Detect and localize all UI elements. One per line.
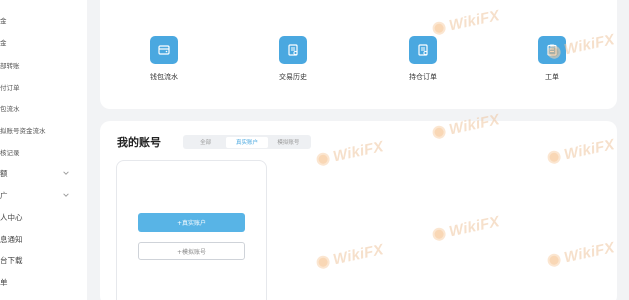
sidebar-item-label: 部转账: [0, 62, 20, 70]
quick-action-label: 钱包流水: [150, 73, 178, 81]
account-tabs: 全部 真实账户 模拟账号: [183, 135, 311, 149]
sidebar-item-label: 额: [0, 168, 8, 178]
sidebar-item-label: 核记录: [0, 149, 20, 157]
sidebar-item-label: 台下载: [0, 255, 23, 265]
quick-action-label: 交易历史: [279, 73, 307, 81]
sidebar-item-label: 金: [0, 17, 7, 25]
sidebar: 金 金 部转账 付订单 包流水 拟账号资金流水 核记录 额 广 人中心 息通知 …: [0, 0, 87, 300]
sidebar-item[interactable]: 付订单: [0, 78, 87, 96]
section-title: 我的账号: [117, 136, 161, 149]
sidebar-item-label: 金: [0, 39, 7, 47]
sidebar-item[interactable]: 金: [0, 33, 87, 51]
sidebar-item-label: 拟账号资金流水: [0, 127, 46, 135]
sidebar-item[interactable]: 台下载: [0, 251, 87, 269]
sidebar-item-label: 息通知: [0, 234, 23, 244]
clipboard-icon: [538, 36, 566, 64]
quick-action-trade-history[interactable]: 交易历史: [258, 36, 328, 82]
sidebar-item[interactable]: 息通知: [0, 230, 87, 248]
sidebar-item[interactable]: 部转账: [0, 56, 87, 74]
sidebar-item-label: 包流水: [0, 105, 20, 113]
sidebar-item[interactable]: 额: [0, 164, 87, 182]
sidebar-item-label: 付订单: [0, 84, 20, 92]
sidebar-item[interactable]: 金: [0, 11, 87, 29]
add-demo-account-button[interactable]: +模拟账号: [138, 242, 245, 260]
wallet-icon: [150, 36, 178, 64]
chevron-down-icon: [63, 193, 69, 197]
add-real-account-button[interactable]: +真实账户: [138, 213, 245, 232]
sidebar-item-label: 人中心: [0, 212, 23, 222]
quick-action-open-positions[interactable]: 持仓订单: [388, 36, 458, 82]
chevron-down-icon: [63, 171, 69, 175]
sidebar-item-label: 广: [0, 190, 8, 200]
document-icon: [279, 36, 307, 64]
sidebar-item[interactable]: 包流水: [0, 99, 87, 117]
sidebar-item[interactable]: 核记录: [0, 143, 87, 161]
sidebar-item[interactable]: 单: [0, 273, 87, 291]
quick-action-work-order[interactable]: 工单: [517, 36, 587, 82]
document-icon: [409, 36, 437, 64]
sidebar-item[interactable]: 人中心: [0, 208, 87, 226]
tab-demo-accounts[interactable]: 模拟账号: [268, 137, 309, 148]
sidebar-item[interactable]: 拟账号资金流水: [0, 121, 87, 139]
quick-action-wallet-flow[interactable]: 钱包流水: [129, 36, 199, 82]
tab-real-accounts[interactable]: 真实账户: [226, 136, 268, 148]
quick-action-label: 持仓订单: [409, 73, 437, 81]
sidebar-item[interactable]: 广: [0, 186, 87, 204]
quick-action-label: 工单: [545, 73, 559, 81]
sidebar-item-label: 单: [0, 277, 8, 287]
tab-all[interactable]: 全部: [185, 137, 226, 148]
